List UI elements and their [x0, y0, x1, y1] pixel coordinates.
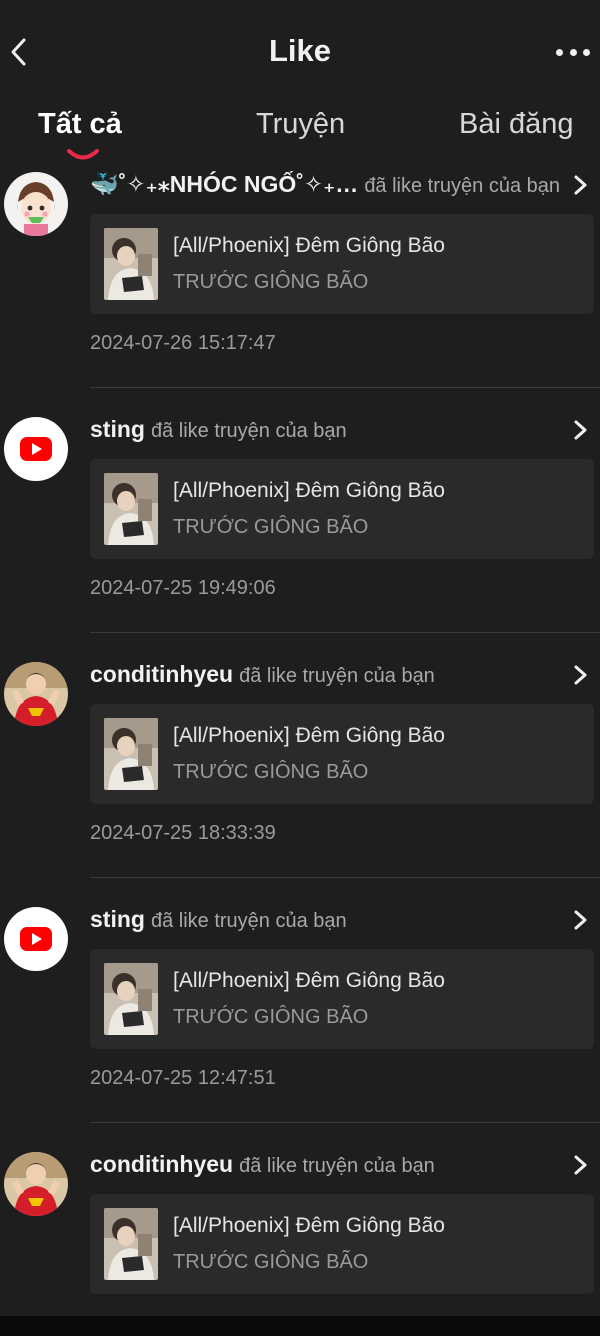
like-headline: sting đã like truyện của bạn — [90, 899, 566, 939]
story-subtitle: TRƯỚC GIÔNG BÃO — [173, 1006, 369, 1028]
page-title: Like — [268, 33, 332, 68]
story-card[interactable]: [All/Phoenix] Đêm Giông Bão TRƯỚC GIÔNG B… — [90, 704, 594, 804]
chevron-right-icon — [574, 420, 587, 440]
tab-stories[interactable]: Truyện — [256, 108, 345, 141]
tab-bar: Tất cả Truyện Bài đăng — [0, 100, 600, 164]
more-dot — [583, 48, 590, 56]
more-dot — [569, 48, 577, 56]
user-name[interactable]: conditinhyeu — [90, 661, 233, 687]
system-nav-bar — [0, 1316, 600, 1336]
open-detail-button[interactable] — [570, 909, 590, 931]
open-detail-button[interactable] — [570, 1154, 590, 1176]
story-subtitle: TRƯỚC GIÔNG BÃO — [173, 516, 369, 538]
user-name[interactable]: 🐳˚✧₊⁎NHÓC NGỐ˚✧₊… — [90, 171, 358, 197]
avatar[interactable] — [4, 1152, 68, 1216]
chevron-right-icon — [574, 665, 587, 685]
story-title: [All/Phoenix] Đêm Giông Bão — [173, 969, 445, 992]
open-detail-button[interactable] — [570, 419, 590, 441]
action-text: đã like truyện của bạn — [239, 1155, 435, 1177]
story-title: [All/Phoenix] Đêm Giông Bão — [173, 479, 445, 502]
story-title: [All/Phoenix] Đêm Giông Bão — [173, 724, 445, 747]
user-name[interactable]: conditinhyeu — [90, 1151, 233, 1177]
like-headline: conditinhyeu đã like truyện của bạn — [90, 1144, 566, 1184]
avatar[interactable] — [4, 417, 68, 481]
avatar[interactable] — [4, 907, 68, 971]
tab-posts[interactable]: Bài đăng — [459, 108, 574, 141]
list-item[interactable]: 🐳˚✧₊⁎NHÓC NGỐ˚✧₊… đã like truyện của bạn [… — [0, 164, 600, 409]
list-item[interactable]: conditinhyeu đã like truyện của bạn [All/P… — [0, 654, 600, 899]
story-card[interactable]: [All/Phoenix] Đêm Giông Bão TRƯỚC GIÔNG B… — [90, 214, 594, 314]
timestamp: 2024-07-25 18:33:39 — [90, 822, 276, 844]
active-tab-indicator — [67, 149, 99, 160]
divider — [90, 632, 600, 633]
story-title: [All/Phoenix] Đêm Giông Bão — [173, 1214, 445, 1237]
timestamp: 2024-07-25 12:47:51 — [90, 1067, 276, 1089]
divider — [90, 1122, 600, 1123]
story-subtitle: TRƯỚC GIÔNG BÃO — [173, 761, 369, 783]
action-text: đã like truyện của bạn — [150, 910, 347, 932]
divider — [90, 387, 600, 388]
list-item[interactable]: sting đã like truyện của bạn [All/Phoenix]… — [0, 409, 600, 654]
open-detail-button[interactable] — [570, 664, 590, 686]
story-card[interactable]: [All/Phoenix] Đêm Giông Bão TRƯỚC GIÔNG B… — [90, 1194, 594, 1294]
like-headline: sting đã like truyện của bạn — [90, 409, 566, 449]
story-cover-image — [104, 718, 158, 790]
like-feed: 🐳˚✧₊⁎NHÓC NGỐ˚✧₊… đã like truyện của bạn [… — [0, 164, 600, 1316]
user-name[interactable]: sting — [90, 416, 145, 442]
story-cover-image — [104, 473, 158, 545]
chevron-right-icon — [574, 175, 587, 195]
story-subtitle: TRƯỚC GIÔNG BÃO — [173, 1251, 369, 1273]
header-bar: Like — [0, 0, 600, 100]
story-cover-image — [104, 1208, 158, 1280]
like-headline: conditinhyeu đã like truyện của bạn — [90, 654, 566, 694]
story-card[interactable]: [All/Phoenix] Đêm Giông Bão TRƯỚC GIÔNG B… — [90, 949, 594, 1049]
story-cover-image — [104, 228, 158, 300]
timestamp: 2024-07-26 15:17:47 — [90, 332, 276, 354]
action-text: đã like truyện của bạn — [150, 420, 347, 442]
story-subtitle: TRƯỚC GIÔNG BÃO — [173, 271, 369, 293]
likes-screen: Like Tất cả Truyện Bài đăng 🐳˚✧₊⁎NHÓC NG… — [0, 0, 600, 1316]
list-item[interactable]: conditinhyeu đã like truyện của bạn [All/P… — [0, 1144, 600, 1316]
like-headline: 🐳˚✧₊⁎NHÓC NGỐ˚✧₊… đã like truyện của bạn — [90, 164, 566, 204]
avatar[interactable] — [4, 172, 68, 236]
story-cover-image — [104, 963, 158, 1035]
action-text: đã like truyện của bạn — [239, 665, 435, 687]
chevron-right-icon — [574, 910, 587, 930]
list-item[interactable]: sting đã like truyện của bạn [All/Phoenix]… — [0, 899, 600, 1144]
user-name[interactable]: sting — [90, 906, 145, 932]
tab-all[interactable]: Tất cả — [38, 108, 122, 141]
open-detail-button[interactable] — [570, 174, 590, 196]
story-card[interactable]: [All/Phoenix] Đêm Giông Bão TRƯỚC GIÔNG B… — [90, 459, 594, 559]
story-title: [All/Phoenix] Đêm Giông Bão — [173, 234, 445, 257]
more-button[interactable] — [552, 38, 594, 66]
chevron-right-icon — [574, 1155, 587, 1175]
avatar[interactable] — [4, 662, 68, 726]
timestamp: 2024-07-25 19:49:06 — [90, 577, 276, 599]
action-text: đã like truyện của bạn — [364, 175, 560, 197]
more-dot — [556, 48, 563, 56]
divider — [90, 877, 600, 878]
